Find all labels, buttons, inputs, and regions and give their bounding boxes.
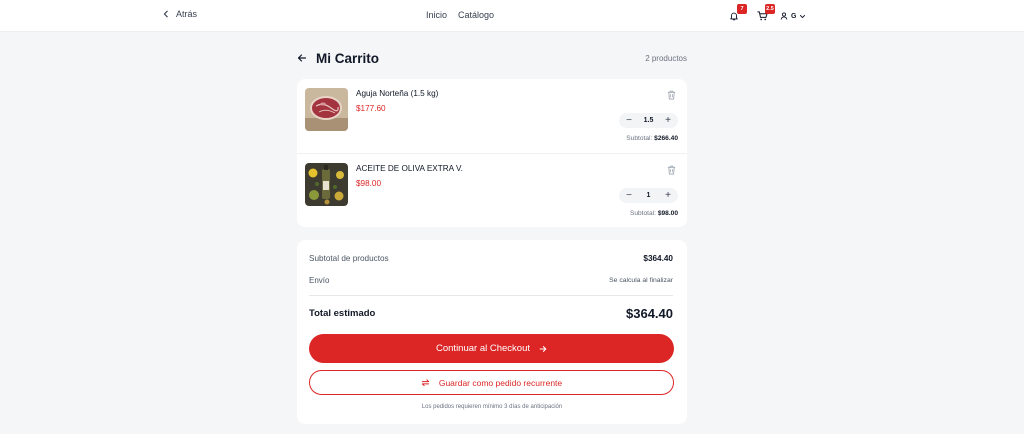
product-image-olive-oil	[305, 163, 348, 206]
product-count: 2 productos	[645, 53, 687, 63]
save-recurring-order-label: Guardar como pedido recurrente	[438, 377, 563, 388]
decrease-quantity-button[interactable]: −	[624, 115, 634, 127]
item-subtotal: Subtotal: $266.40	[626, 135, 678, 142]
back-label: Atrás	[176, 9, 198, 19]
shipping-value: Se calcula al finalizar	[609, 277, 673, 284]
nav-link-catalog[interactable]: Catálogo	[458, 10, 494, 20]
total-label: Total estimado	[309, 308, 376, 319]
notifications-button[interactable]: 7	[726, 4, 747, 24]
top-navigation-bar: Atrás Inicio Catálogo 7 2.5 G	[0, 0, 1024, 32]
item-price: $98.00	[356, 179, 382, 188]
checkout-button-label: Continuar al Checkout	[436, 343, 530, 354]
shipping-label: Envío	[309, 276, 330, 285]
nav-link-home[interactable]: Inicio	[426, 10, 447, 20]
repeat-icon	[421, 379, 429, 387]
cart-items-card: Aguja Norteña (1.5 kg) $177.60 − 1.5 + S…	[297, 79, 687, 227]
item-price: $177.60	[356, 104, 386, 113]
increase-quantity-button[interactable]: +	[663, 115, 673, 127]
cart-button[interactable]: 2.5	[754, 4, 775, 24]
item-name: Aguja Norteña (1.5 kg)	[356, 89, 439, 98]
increase-quantity-button[interactable]: +	[663, 190, 673, 202]
chevron-left-icon	[163, 10, 168, 18]
products-subtotal-value: $364.40	[643, 254, 673, 263]
summary-divider	[309, 295, 673, 296]
trash-icon	[667, 90, 676, 100]
item-subtotal-value: $266.40	[654, 135, 678, 142]
quantity-stepper: − 1 +	[619, 188, 678, 203]
product-image-beef	[305, 88, 348, 131]
back-arrow-button[interactable]	[297, 53, 307, 63]
quantity-stepper: − 1.5 +	[619, 113, 678, 128]
total-row: Total estimado $364.40	[309, 306, 673, 321]
cart-item: ACEITE DE OLIVA EXTRA V. $98.00 − 1 + Su…	[297, 153, 687, 227]
advance-notice-note: Los pedidos requieren mínimo 3 días de a…	[421, 404, 563, 410]
order-summary-card: Subtotal de productos $364.40 Envío Se c…	[297, 240, 687, 424]
checkout-button[interactable]: Continuar al Checkout	[309, 334, 674, 363]
chevron-down-icon	[800, 14, 806, 18]
cart-item: Aguja Norteña (1.5 kg) $177.60 − 1.5 + S…	[297, 79, 687, 153]
total-value: $364.40	[626, 306, 673, 321]
main-nav: Inicio Catálogo	[426, 10, 494, 20]
remove-item-button[interactable]	[667, 87, 676, 105]
header-actions: 7 2.5 G	[726, 4, 806, 26]
user-initial: G	[791, 12, 797, 20]
decrease-quantity-button[interactable]: −	[624, 190, 634, 202]
arrow-right-icon	[539, 345, 547, 352]
remove-item-button[interactable]	[667, 162, 676, 180]
cart-header: Mi Carrito 2 productos	[297, 49, 687, 67]
item-subtotal-label: Subtotal:	[629, 210, 656, 217]
page-title: Mi Carrito	[316, 50, 380, 66]
products-subtotal-row: Subtotal de productos $364.40	[309, 254, 673, 263]
products-subtotal-label: Subtotal de productos	[309, 254, 389, 263]
notifications-badge: 7	[737, 4, 747, 14]
trash-icon	[667, 165, 676, 175]
quantity-value: 1.5	[643, 117, 654, 124]
back-link[interactable]: Atrás	[162, 9, 197, 19]
item-name: ACEITE DE OLIVA EXTRA V.	[356, 164, 463, 173]
item-subtotal: Subtotal: $98.00	[630, 210, 678, 217]
shipping-row: Envío Se calcula al finalizar	[309, 276, 673, 285]
save-recurring-order-button[interactable]: Guardar como pedido recurrente	[309, 370, 674, 395]
user-menu[interactable]: G	[780, 12, 806, 20]
arrow-left-icon	[297, 54, 307, 62]
item-subtotal-label: Subtotal:	[626, 135, 653, 142]
item-subtotal-value: $98.00	[657, 210, 678, 217]
cart-badge: 2.5	[765, 4, 775, 14]
user-icon	[780, 12, 788, 20]
quantity-value: 1	[646, 192, 651, 199]
